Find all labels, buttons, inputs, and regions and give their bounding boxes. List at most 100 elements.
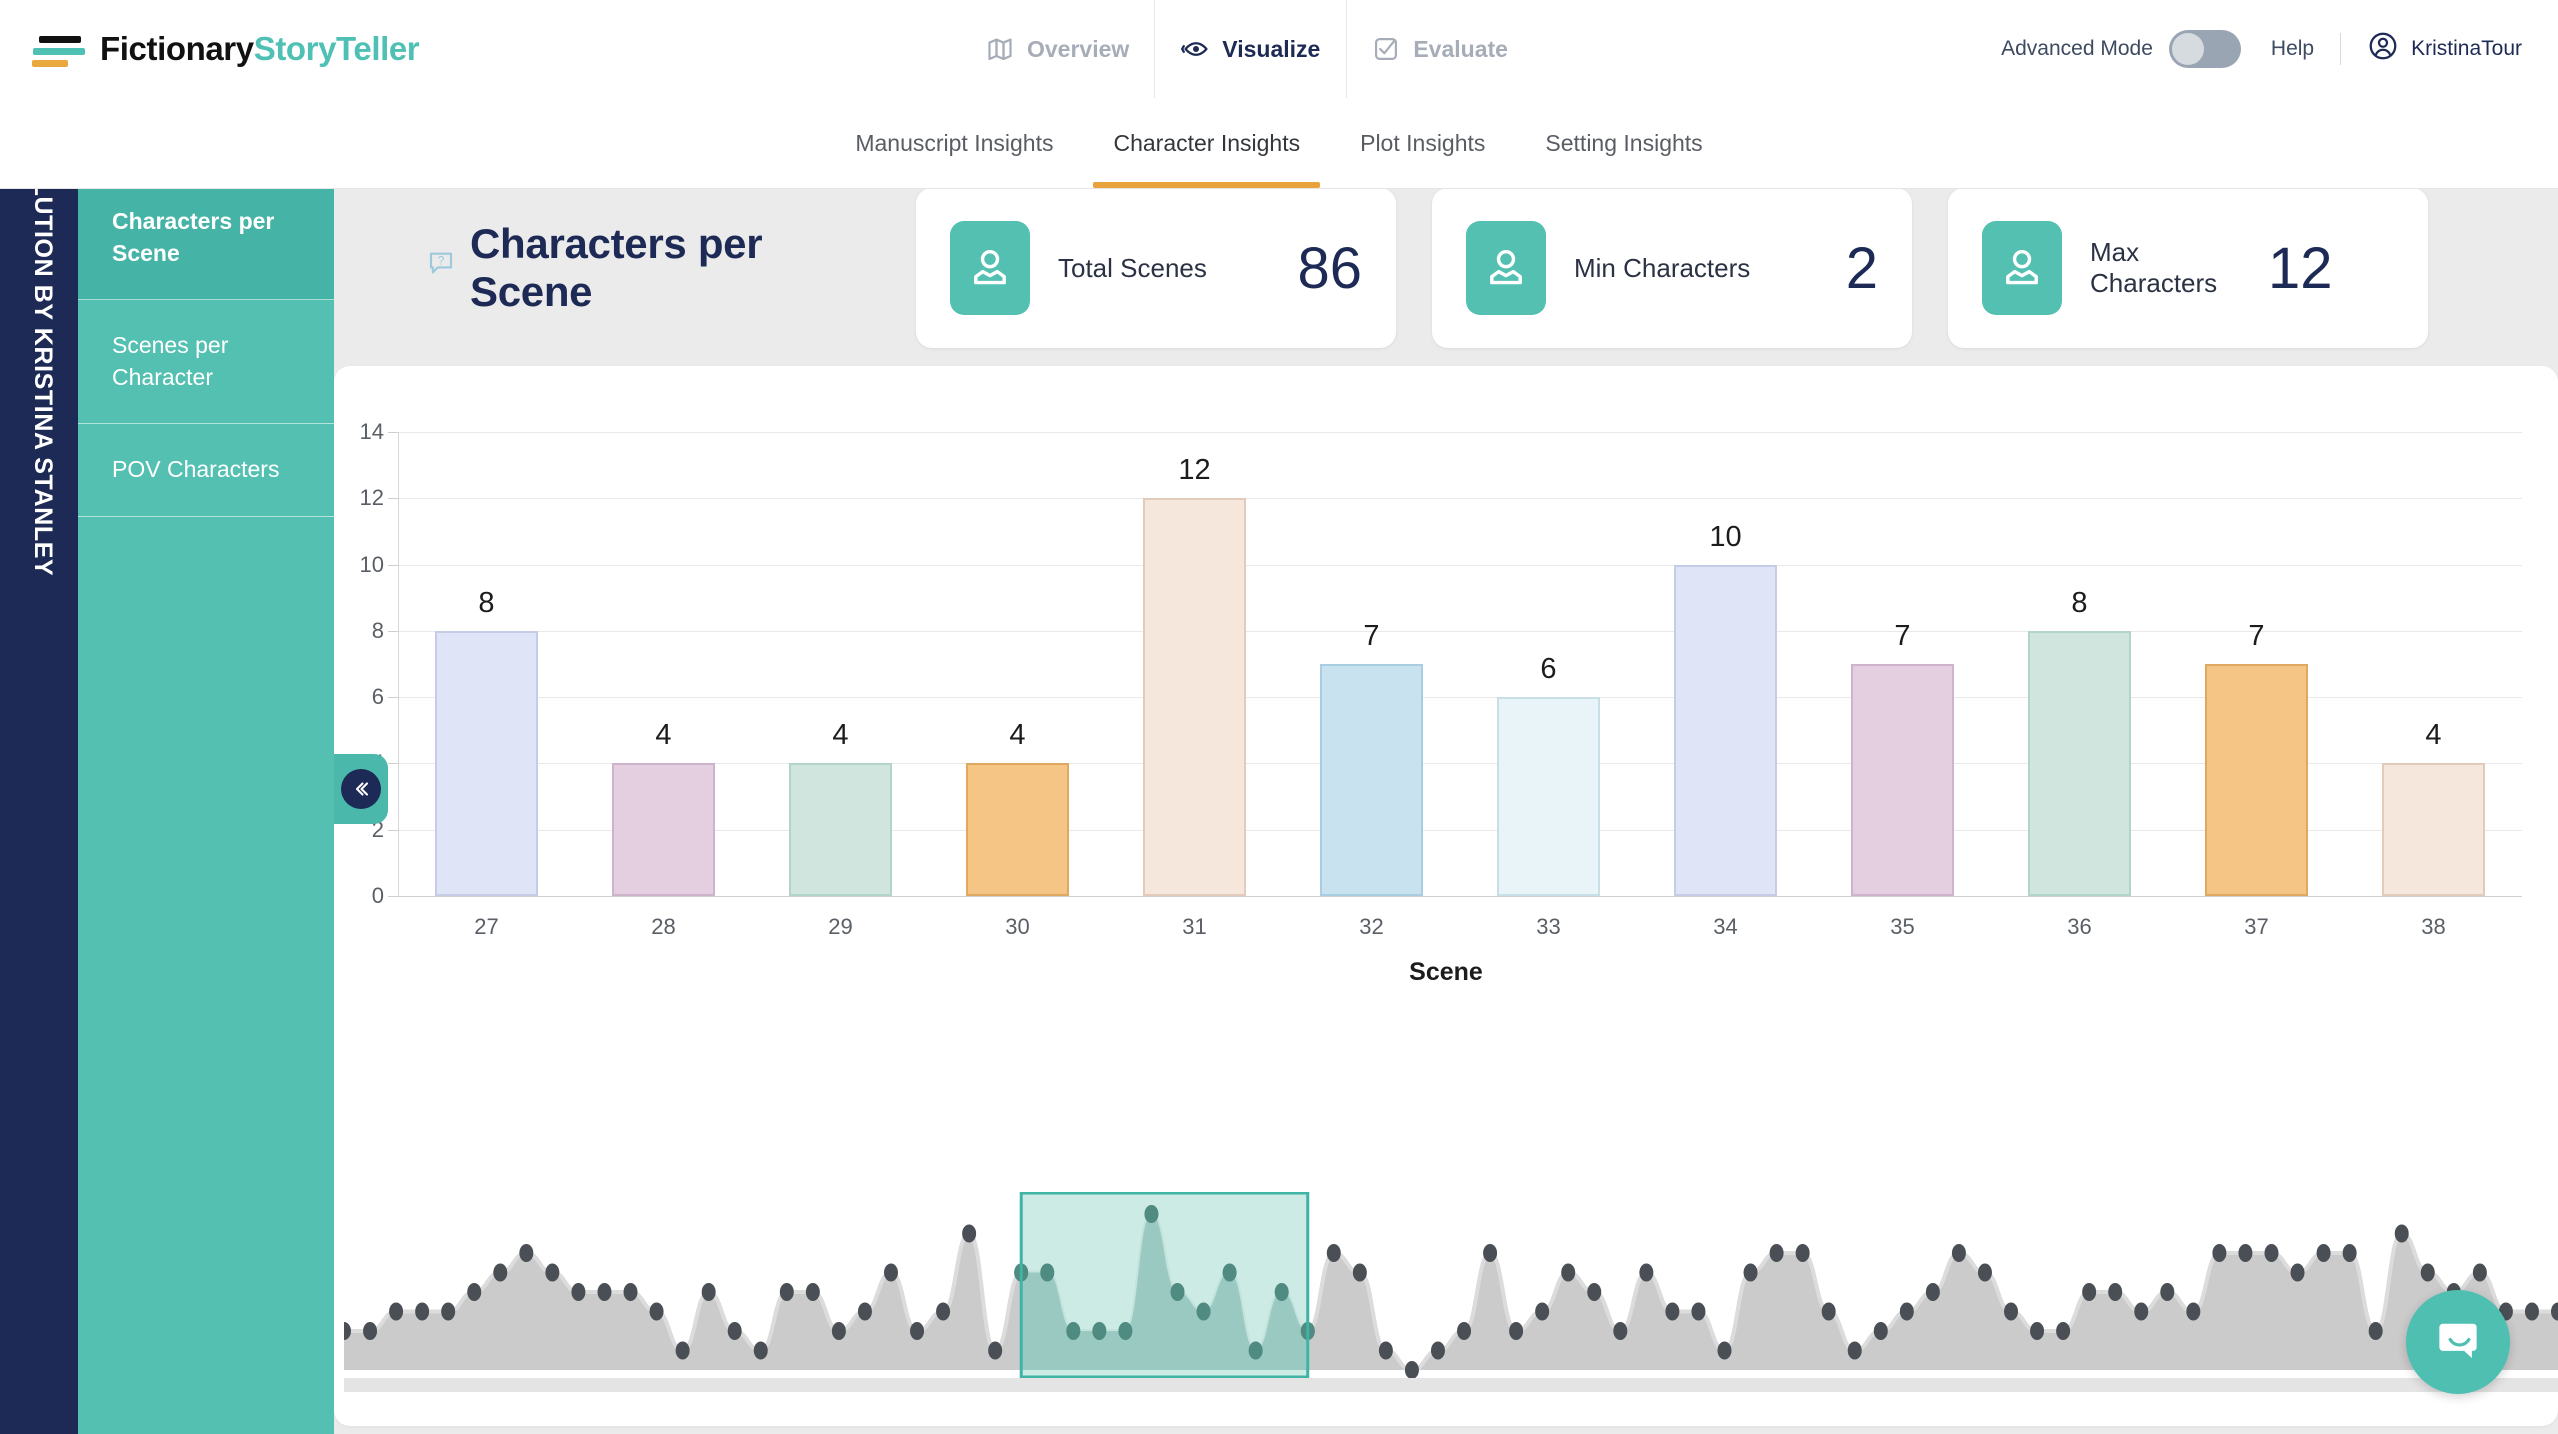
brush-data-point bbox=[701, 1283, 716, 1301]
bar-chart-plot[interactable]: 0246810121482742842943012317326331034735… bbox=[334, 384, 2558, 1004]
nav-item-visualize[interactable]: Visualize bbox=[1155, 0, 1346, 98]
brush-data-point bbox=[1665, 1302, 1680, 1321]
chart-bar-value-label: 4 bbox=[2425, 719, 2442, 752]
app-logo[interactable]: FictionaryStoryTeller bbox=[32, 28, 420, 70]
app-root: FictionaryStoryTeller Overview Visualize… bbox=[0, 0, 2558, 1434]
brush-data-point bbox=[1743, 1263, 1758, 1282]
main-content: ? Characters per Scene Total Scenes 86 M… bbox=[334, 188, 2558, 1434]
brush-data-point bbox=[2316, 1244, 2331, 1262]
x-tick-label: 31 bbox=[1182, 914, 1207, 939]
chart-bar[interactable] bbox=[966, 763, 1069, 896]
chart-bar-fill bbox=[966, 763, 1069, 896]
x-tick-label: 35 bbox=[1890, 914, 1915, 939]
brush-data-point bbox=[2238, 1244, 2253, 1262]
brush-data-point bbox=[1977, 1263, 1992, 1282]
question-bubble-icon[interactable]: ? bbox=[426, 248, 456, 283]
brush-data-point bbox=[857, 1302, 872, 1321]
brush-data-point bbox=[467, 1283, 482, 1301]
tab-plot-insights[interactable]: Plot Insights bbox=[1330, 98, 1515, 188]
chat-launcher-button[interactable] bbox=[2406, 1290, 2510, 1394]
brush-data-point bbox=[988, 1341, 1003, 1360]
user-menu[interactable]: KristinaTour bbox=[2367, 30, 2522, 68]
brush-data-point bbox=[936, 1302, 951, 1321]
brush-chart[interactable] bbox=[337, 1191, 2558, 1379]
brush-data-point-selected bbox=[1274, 1283, 1289, 1301]
chart-range-brush[interactable] bbox=[334, 1191, 2558, 1392]
brush-data-point bbox=[545, 1263, 560, 1282]
chart-bar-fill bbox=[1320, 664, 1423, 896]
brush-data-point bbox=[415, 1302, 430, 1321]
sidebar-collapse-button[interactable] bbox=[334, 754, 388, 824]
brush-area[interactable] bbox=[337, 1191, 2558, 1392]
chart-bar-value-label: 10 bbox=[1709, 520, 1742, 553]
brush-data-point-selected bbox=[1040, 1263, 1055, 1282]
chart-bar[interactable] bbox=[1320, 664, 1423, 896]
chart-bar[interactable] bbox=[612, 763, 715, 896]
chart-bar-fill bbox=[2028, 630, 2131, 896]
stat-card-label: Min Characters bbox=[1574, 252, 1751, 283]
brush-data-point bbox=[1587, 1283, 1602, 1301]
stat-card-min-characters: Min Characters 2 bbox=[1432, 188, 1912, 348]
brush-data-point bbox=[493, 1263, 508, 1282]
gridline bbox=[394, 697, 2522, 699]
main-nav: Overview Visualize Evaluate bbox=[960, 0, 1534, 98]
chart-bar[interactable] bbox=[1497, 697, 1600, 896]
y-axis-line bbox=[398, 432, 399, 896]
chart-bar[interactable] bbox=[789, 763, 892, 896]
tab-label: Plot Insights bbox=[1360, 129, 1486, 156]
advanced-mode-toggle[interactable] bbox=[2168, 30, 2241, 68]
y-tick-mark bbox=[388, 498, 398, 500]
chevron-double-left-icon bbox=[341, 769, 381, 809]
sidebar-item-pov-characters[interactable]: POV Characters bbox=[78, 424, 334, 517]
brush-data-point-selected bbox=[1248, 1341, 1263, 1360]
tab-setting-insights[interactable]: Setting Insights bbox=[1515, 98, 1732, 188]
chart-bar-fill bbox=[1851, 664, 1954, 896]
brush-data-point bbox=[1326, 1244, 1341, 1262]
sidebar-item-scenes-per-character[interactable]: Scenes per Character bbox=[78, 300, 334, 424]
chart-bar[interactable] bbox=[2028, 630, 2131, 896]
svg-text:?: ? bbox=[438, 253, 445, 267]
sidebar-item-characters-per-scene[interactable]: Characters per Scene bbox=[78, 176, 334, 300]
brush-data-point-selected bbox=[1092, 1322, 1107, 1340]
stat-card-value: 2 bbox=[1845, 235, 1878, 301]
stat-card-value: 86 bbox=[1297, 235, 1362, 301]
brush-data-point bbox=[675, 1341, 690, 1360]
chart-bar-value-label: 7 bbox=[1363, 620, 1380, 652]
tab-manuscript-insights[interactable]: Manuscript Insights bbox=[825, 98, 1083, 188]
tab-character-insights[interactable]: Character Insights bbox=[1083, 98, 1330, 188]
logo-text-primary: Fictionary bbox=[100, 30, 254, 67]
chart-bar[interactable] bbox=[2382, 763, 2485, 896]
chart-bar[interactable] bbox=[1674, 564, 1777, 896]
insight-tabs: Manuscript Insights Character Insights P… bbox=[0, 98, 2558, 188]
page-title: Characters per Scene bbox=[470, 220, 763, 315]
sidebar-item-label: Characters per Scene bbox=[112, 208, 275, 266]
help-link[interactable]: Help bbox=[2271, 37, 2314, 61]
brush-data-point bbox=[1509, 1322, 1524, 1340]
sidebar-item-label: POV Characters bbox=[112, 456, 280, 482]
brush-data-point bbox=[1561, 1263, 1576, 1282]
fictionary-logo-icon bbox=[32, 28, 86, 70]
checkbox-check-icon bbox=[1372, 35, 1400, 63]
brush-data-point bbox=[1378, 1341, 1393, 1360]
chart-bar[interactable] bbox=[435, 630, 538, 896]
chart-bar[interactable] bbox=[1851, 664, 1954, 896]
chart-bar-value-label: 4 bbox=[1009, 719, 1026, 752]
stat-card-max-characters: Max Characters 12 bbox=[1948, 188, 2428, 348]
brush-data-point bbox=[571, 1283, 586, 1301]
x-tick-label: 27 bbox=[474, 914, 499, 939]
page-header: ? Characters per Scene Total Scenes 86 M… bbox=[334, 188, 2558, 348]
brush-data-point bbox=[1899, 1302, 1914, 1321]
nav-item-overview[interactable]: Overview bbox=[960, 0, 1155, 98]
sidebar-item-label: Scenes per Character bbox=[112, 332, 229, 390]
nav-item-evaluate[interactable]: Evaluate bbox=[1346, 0, 1534, 98]
nav-item-evaluate-label: Evaluate bbox=[1413, 35, 1508, 62]
chart-bar[interactable] bbox=[1143, 498, 1246, 896]
chart-bar[interactable] bbox=[2205, 664, 2308, 896]
chart-bar-fill bbox=[435, 630, 538, 896]
brush-data-point bbox=[1951, 1244, 1966, 1262]
tab-label: Setting Insights bbox=[1545, 129, 1703, 156]
book-title-rail: EVOLUTION BY KRISTINA STANLEY bbox=[0, 98, 78, 1434]
brush-data-point bbox=[1483, 1244, 1498, 1262]
brush-data-point bbox=[2056, 1322, 2071, 1340]
y-tick-mark bbox=[388, 564, 398, 566]
